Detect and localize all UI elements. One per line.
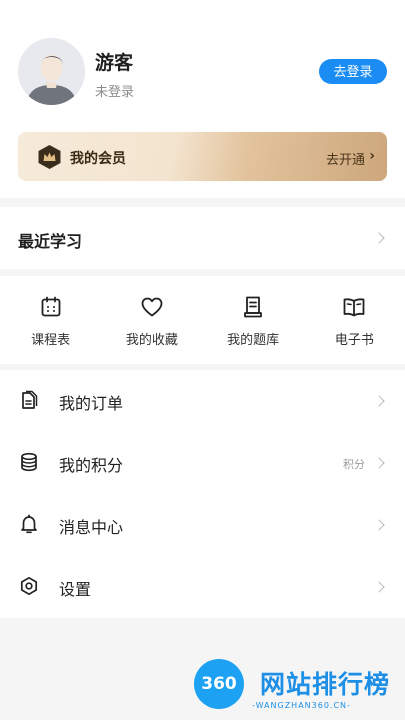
chevron-right-icon: [373, 457, 385, 469]
default-avatar-icon: [18, 38, 85, 105]
avatar[interactable]: [18, 38, 85, 105]
vip-membership-card[interactable]: 我的会员 去开通 ›: [18, 132, 387, 181]
points-icon: [21, 452, 37, 472]
menu-item-settings[interactable]: 设置: [0, 556, 405, 618]
quick-link-label: 我的收藏: [125, 333, 178, 348]
menu-item-label: 消息中心: [59, 518, 124, 537]
watermark-subtitle: -WANGZHAN360.CN-: [252, 701, 351, 710]
watermark-title: 网站排行榜: [260, 670, 391, 699]
user-name: 游客: [95, 52, 134, 74]
chevron-right-icon: ›: [369, 148, 375, 164]
quick-link-favorites[interactable]: 我的收藏: [101, 276, 202, 364]
chevron-right-icon: [373, 519, 385, 531]
menu-list: 我的订单 我的积分 积分 消息中心 设置: [0, 370, 405, 618]
book-icon: [343, 298, 365, 317]
settings-icon: [20, 576, 38, 596]
quick-link-question-bank[interactable]: 我的题库: [203, 276, 304, 364]
quick-links: 课程表 我的收藏 我的题库 电子书: [0, 276, 405, 364]
watermark: 360 网站排行榜 -WANGZHAN360.CN-: [192, 657, 402, 717]
menu-item-label: 设置: [59, 580, 92, 599]
vip-open-link[interactable]: 去开通: [326, 149, 365, 168]
recent-learning-title: 最近学习: [18, 232, 83, 251]
orders-icon: [22, 390, 38, 409]
recent-learning-row[interactable]: 最近学习: [0, 207, 405, 269]
profile-header: 游客 未登录 去登录 我的会员 去开通 ›: [0, 0, 405, 198]
question-bank-icon: [244, 296, 263, 318]
menu-item-messages[interactable]: 消息中心: [0, 494, 405, 556]
chevron-right-icon: [373, 395, 385, 407]
quick-link-label: 课程表: [31, 333, 71, 348]
chevron-right-icon: [373, 581, 385, 593]
login-button[interactable]: 去登录: [319, 59, 387, 84]
quick-link-label: 我的题库: [227, 333, 280, 348]
menu-item-label: 我的订单: [59, 394, 124, 413]
quick-link-ebook[interactable]: 电子书: [304, 276, 405, 364]
points-value: 积分: [343, 458, 365, 471]
calendar-icon: [41, 296, 61, 317]
crown-badge-icon: [38, 145, 61, 169]
watermark-logo: 360: [194, 659, 244, 709]
bell-icon: [21, 514, 37, 534]
menu-item-orders[interactable]: 我的订单: [0, 370, 405, 432]
login-status: 未登录: [95, 85, 135, 100]
heart-icon: [141, 297, 163, 317]
menu-item-label: 我的积分: [59, 456, 124, 475]
menu-item-points[interactable]: 我的积分 积分: [0, 432, 405, 494]
quick-link-label: 电子书: [334, 333, 374, 348]
chevron-right-icon: [373, 232, 385, 244]
quick-link-schedule[interactable]: 课程表: [0, 276, 101, 364]
vip-label: 我的会员: [70, 151, 126, 167]
